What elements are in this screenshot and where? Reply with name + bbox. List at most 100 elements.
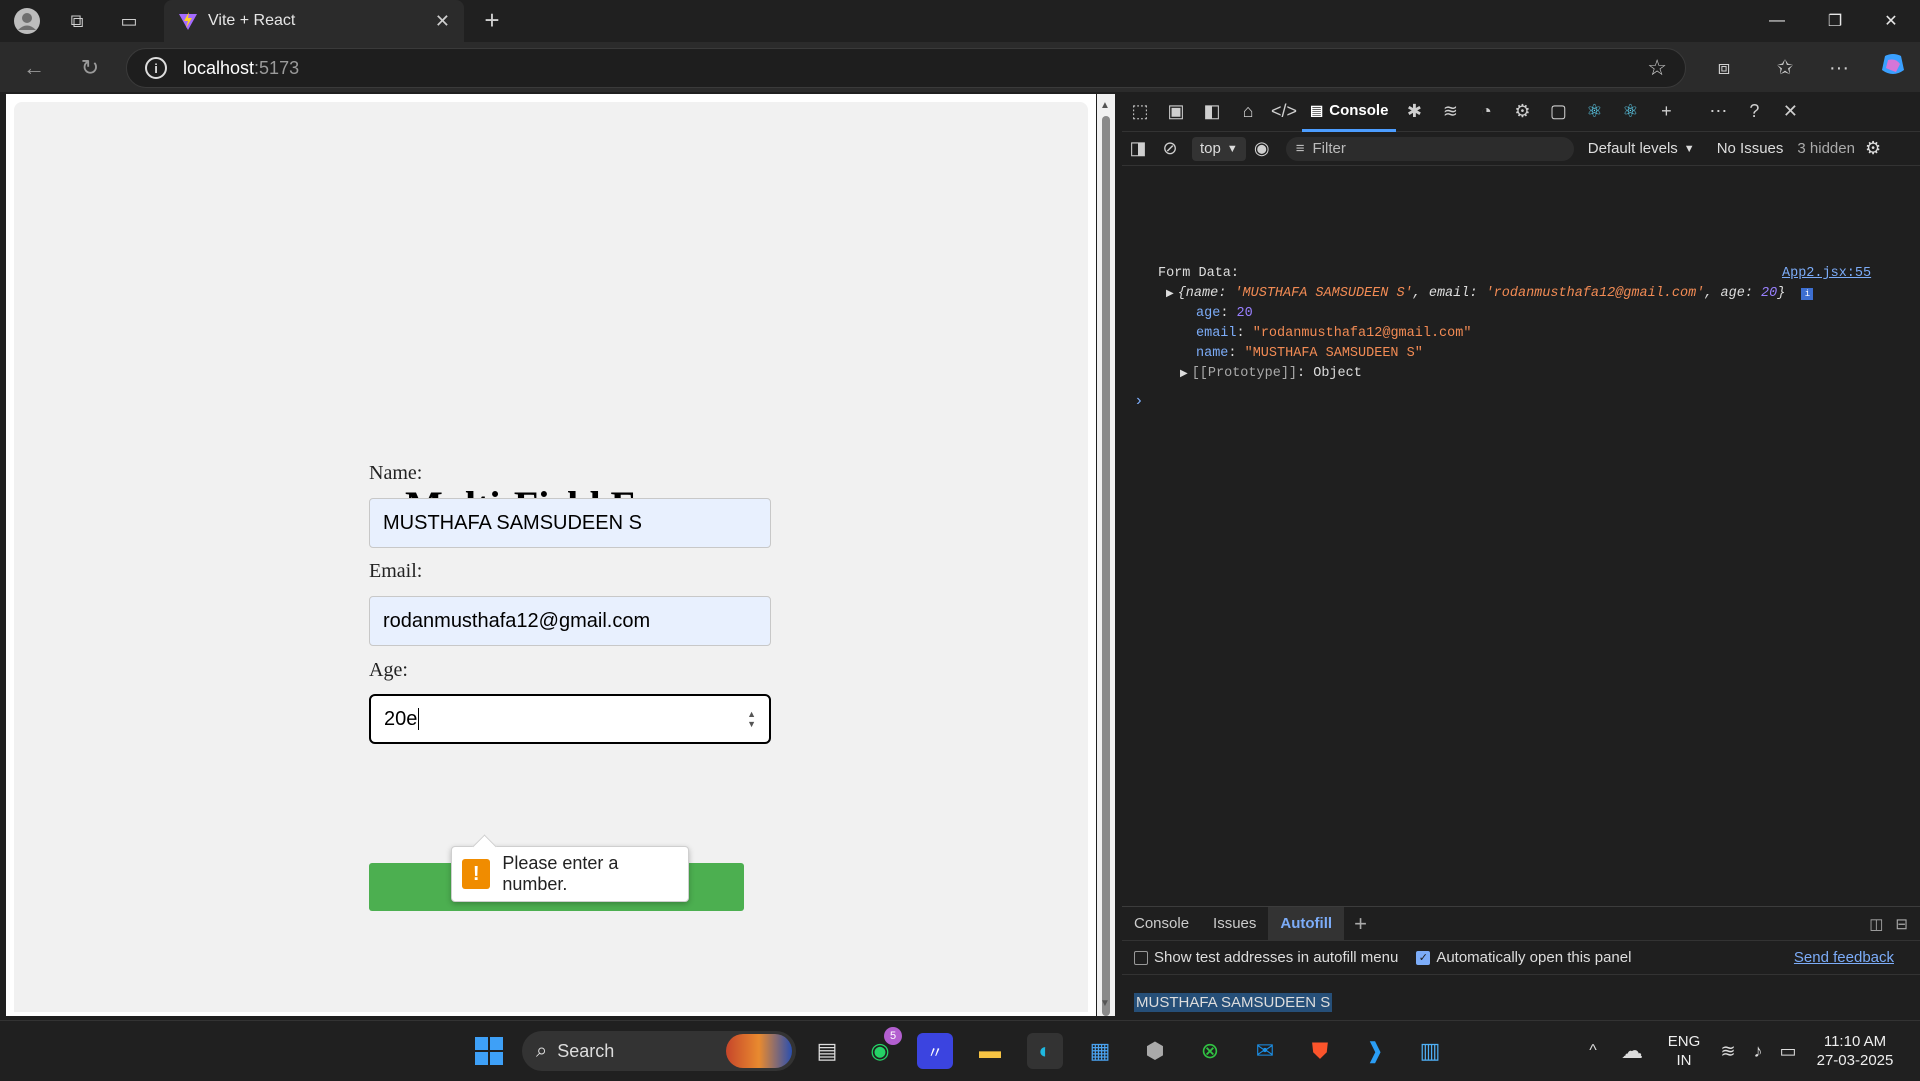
address-bar[interactable]: i localhost:5173 ☆: [126, 48, 1686, 88]
dock-icon[interactable]: ◧: [1194, 92, 1230, 132]
vertical-tabs-icon[interactable]: ▭: [115, 7, 143, 35]
issues-count[interactable]: No Issues: [1717, 140, 1784, 157]
live-expression-eye-icon[interactable]: ◉: [1246, 129, 1278, 169]
drawer-tab-autofill[interactable]: Autofill: [1268, 906, 1345, 941]
profile-icon[interactable]: [13, 7, 41, 35]
prop-prototype[interactable]: ▶ [[Prototype]]: Object: [1180, 366, 1362, 381]
object-preview[interactable]: ▶ {name: 'MUSTHAFA SAMSUDEEN S', email: '…: [1166, 286, 1814, 301]
console-tab-label: Console: [1329, 101, 1389, 119]
show-test-addresses-label: Show test addresses in autofill menu: [1154, 949, 1399, 966]
battery-icon[interactable]: ▭: [1770, 1033, 1806, 1069]
clear-console-icon[interactable]: ⊘: [1154, 129, 1186, 169]
elements-code-icon[interactable]: </>: [1266, 92, 1302, 132]
name-input[interactable]: MUSTHAFA SAMSUDEEN S: [369, 498, 771, 548]
search-label: Search: [557, 1040, 615, 1061]
react-components-icon[interactable]: ⚛: [1576, 92, 1612, 132]
close-window-button[interactable]: ✕: [1862, 0, 1920, 42]
reload-icon[interactable]: ↻: [73, 53, 107, 83]
inspect-element-icon[interactable]: ⬚: [1122, 92, 1158, 132]
search-highlight-icon: [726, 1034, 792, 1068]
prop-name: name: "MUSTHAFA SAMSUDEEN S": [1196, 346, 1423, 361]
welcome-home-icon[interactable]: ⌂: [1230, 92, 1266, 132]
tab-console[interactable]: ▤ Console: [1302, 92, 1397, 132]
favorites-icon[interactable]: ✩: [1768, 52, 1802, 84]
more-menu-icon[interactable]: ···: [1822, 52, 1856, 84]
brave-icon[interactable]: ⛊: [1302, 1033, 1338, 1069]
outlook-icon[interactable]: ✉: [1247, 1033, 1283, 1069]
chevron-down-icon: ▼: [1226, 142, 1238, 155]
device-emulation-icon[interactable]: ▣: [1158, 92, 1194, 132]
app-cube-icon[interactable]: ⬢: [1137, 1033, 1173, 1069]
sources-bug-icon[interactable]: ✱: [1396, 92, 1432, 132]
vscode-icon[interactable]: ❱: [1357, 1033, 1393, 1069]
whatsapp-icon[interactable]: ◉ 5: [862, 1027, 902, 1069]
notepad-icon[interactable]: ▥: [1412, 1033, 1448, 1069]
vite-logo-icon: [179, 12, 197, 30]
devtools-more-icon[interactable]: ⋯: [1700, 92, 1736, 132]
taskbar-search[interactable]: ⌕ Search: [522, 1031, 796, 1071]
scroll-up-icon[interactable]: ▲: [1100, 100, 1110, 111]
microsoft-store-icon[interactable]: ▦: [1082, 1033, 1118, 1069]
windows-start-icon[interactable]: [471, 1033, 507, 1069]
file-explorer-icon[interactable]: ▬: [972, 1033, 1008, 1069]
restore-button[interactable]: ❐: [1806, 0, 1864, 42]
filter-icon: ≡: [1295, 140, 1305, 157]
react-profiler-icon[interactable]: ⚛: [1612, 92, 1648, 132]
close-tab-icon[interactable]: ✕: [435, 11, 450, 32]
workspaces-icon[interactable]: ⧉: [63, 7, 91, 35]
email-input[interactable]: rodanmusthafa12@gmail.com: [369, 596, 771, 646]
memory-chip-icon[interactable]: ⚙: [1504, 92, 1540, 132]
expand-arrow-icon[interactable]: ▶: [1180, 369, 1188, 380]
drawer-tab-console[interactable]: Console: [1122, 907, 1201, 941]
copilot-icon[interactable]: [1876, 52, 1910, 84]
tab-vite-react[interactable]: Vite + React ✕: [164, 0, 464, 42]
code-editor-icon[interactable]: 〃: [917, 1033, 953, 1069]
console-settings-gear-icon[interactable]: ⚙: [1865, 138, 1881, 159]
xbox-icon[interactable]: ⊗: [1192, 1033, 1228, 1069]
extensions-icon[interactable]: ⧈: [1707, 52, 1741, 84]
console-prompt-icon[interactable]: ›: [1134, 392, 1144, 410]
add-tool-icon[interactable]: +: [1648, 92, 1684, 132]
page-scrollbar[interactable]: ▲ ▼: [1097, 94, 1115, 1016]
age-input[interactable]: 20e ▲ ▼: [369, 694, 771, 744]
back-icon[interactable]: ←: [17, 53, 51, 83]
stepper-up-icon[interactable]: ▲: [747, 709, 756, 719]
minimize-button[interactable]: —: [1748, 0, 1806, 42]
help-icon[interactable]: ?: [1736, 92, 1772, 132]
filter-placeholder: Filter: [1312, 140, 1346, 157]
age-key: age: [1196, 306, 1221, 321]
scroll-down-icon[interactable]: ▼: [1100, 998, 1110, 1009]
close-drawer-icon[interactable]: ⊟: [1895, 915, 1908, 933]
context-selector[interactable]: top ▼: [1192, 136, 1246, 161]
send-feedback-link[interactable]: Send feedback: [1794, 949, 1894, 966]
info-badge-icon: i: [1801, 288, 1814, 300]
show-test-addresses-checkbox[interactable]: [1134, 950, 1148, 965]
performance-icon[interactable]: ◔: [1468, 92, 1504, 132]
auto-open-checkbox[interactable]: ✓: [1416, 950, 1431, 965]
add-drawer-tab-icon[interactable]: +: [1354, 911, 1367, 937]
site-info-icon[interactable]: i: [145, 57, 167, 79]
log-label: Form Data:: [1158, 266, 1240, 281]
favorite-star-icon[interactable]: ☆: [1647, 55, 1667, 81]
number-stepper[interactable]: ▲ ▼: [747, 709, 756, 729]
new-tab-button[interactable]: +: [478, 7, 506, 35]
log-levels-dropdown[interactable]: Default levels ▼: [1588, 140, 1695, 157]
dock-drawer-icon[interactable]: ◫: [1869, 915, 1883, 933]
tray-chevron-up-icon[interactable]: ^: [1575, 1033, 1611, 1069]
chevron-down-icon: ▼: [1683, 142, 1695, 155]
onedrive-cloud-icon[interactable]: ☁: [1614, 1033, 1650, 1069]
stepper-down-icon[interactable]: ▼: [747, 719, 756, 729]
application-icon[interactable]: ▢: [1540, 92, 1576, 132]
task-view-icon[interactable]: ▤: [809, 1033, 845, 1069]
expand-arrow-icon[interactable]: ▶: [1166, 289, 1174, 300]
log-source-link[interactable]: App2.jsx:55: [1782, 266, 1871, 281]
edge-browser-icon[interactable]: ◐: [1027, 1033, 1063, 1069]
scrollbar-thumb[interactable]: [1102, 116, 1110, 1016]
close-devtools-icon[interactable]: ✕: [1772, 92, 1808, 132]
console-filter-input[interactable]: ≡ Filter: [1285, 136, 1574, 161]
sidebar-toggle-icon[interactable]: ◨: [1122, 129, 1154, 169]
language-indicator[interactable]: ENG IN: [1666, 1021, 1702, 1081]
drawer-tab-issues[interactable]: Issues: [1201, 907, 1268, 941]
clock[interactable]: 11:10 AM 27-03-2025: [1814, 1021, 1896, 1081]
network-wifi-icon[interactable]: ≋: [1432, 92, 1468, 132]
